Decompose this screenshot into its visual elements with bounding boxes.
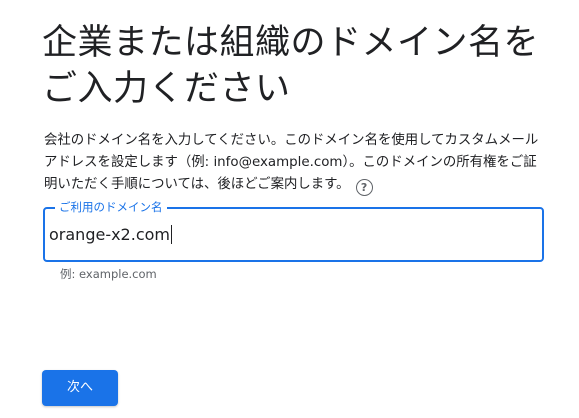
text-cursor (171, 225, 172, 244)
help-icon[interactable]: ? (355, 179, 373, 196)
next-button[interactable]: 次へ (42, 370, 118, 406)
domain-name-input[interactable]: orange-x2.com (49, 224, 172, 246)
domain-field-hint: 例: example.com (60, 267, 157, 281)
domain-input-value: orange-x2.com (49, 225, 170, 244)
description-text: 会社のドメイン名を入力してください。このドメイン名を使用してカスタムメールアドレ… (44, 133, 539, 192)
domain-name-field[interactable]: ご利用のドメイン名 orange-x2.com (43, 199, 544, 262)
domain-field-label: ご利用のドメイン名 (55, 199, 167, 215)
page-title: 企業または組織のドメイン名をご入力ください (42, 23, 540, 109)
domain-description: 会社のドメイン名を入力してください。このドメイン名を使用してカスタムメールアドレ… (44, 130, 544, 196)
